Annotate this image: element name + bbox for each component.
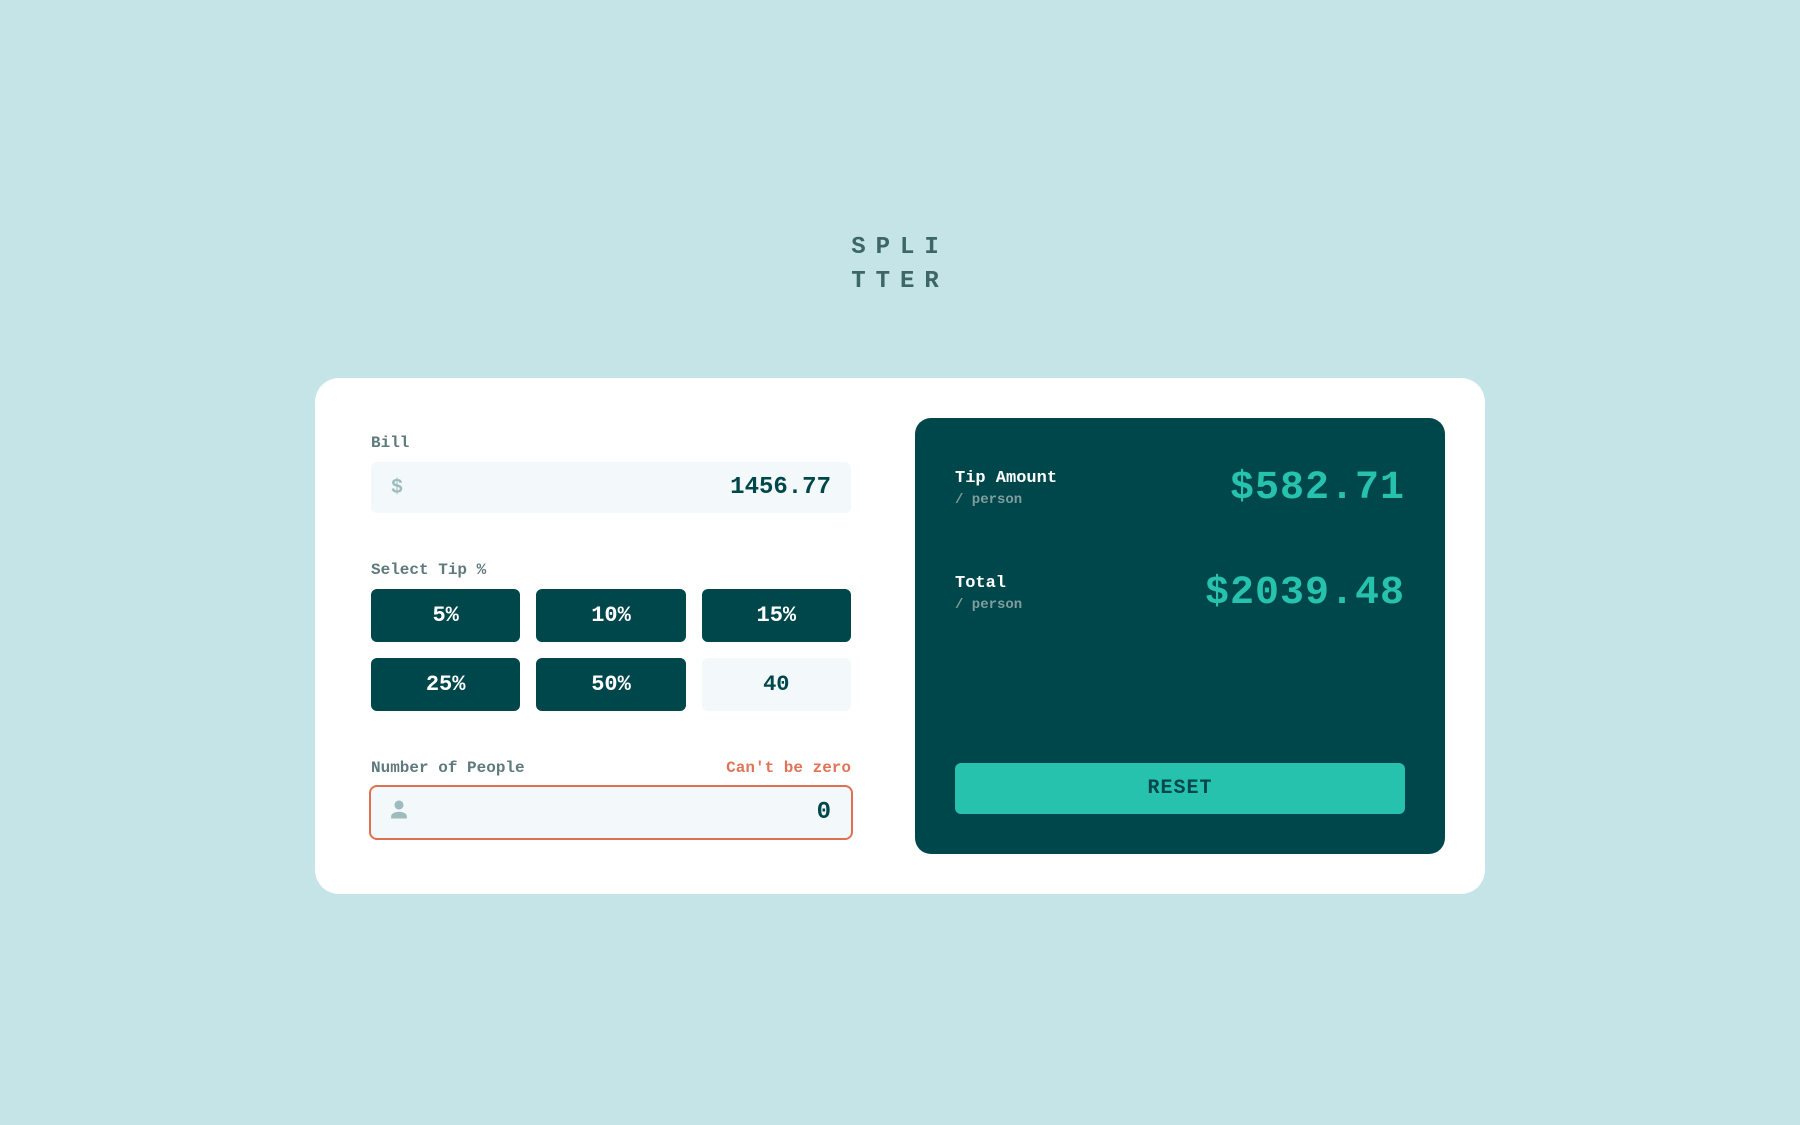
tip-label: Select Tip % xyxy=(371,561,851,579)
total-label: Total xyxy=(955,574,1022,593)
tip-button-5[interactable]: 5% xyxy=(371,589,520,642)
people-input-wrapper xyxy=(371,787,851,838)
bill-label: Bill xyxy=(371,434,851,452)
bill-input-wrapper: $ xyxy=(371,462,851,513)
tip-button-25[interactable]: 25% xyxy=(371,658,520,711)
reset-button[interactable]: RESET xyxy=(955,763,1405,814)
total-sublabel: / person xyxy=(955,597,1022,613)
bill-input[interactable] xyxy=(371,462,851,513)
person-icon xyxy=(391,800,407,825)
dollar-icon: $ xyxy=(391,476,403,499)
people-error: Can't be zero xyxy=(726,759,851,777)
tip-amount-row: Tip Amount / person $582.71 xyxy=(955,466,1405,511)
results-panel: Tip Amount / person $582.71 Total / pers… xyxy=(915,418,1445,854)
total-value: $2039.48 xyxy=(1205,571,1405,616)
total-row: Total / person $2039.48 xyxy=(955,571,1405,616)
tip-button-10[interactable]: 10% xyxy=(536,589,685,642)
app-logo: SPLI TTER xyxy=(851,231,949,298)
total-labels: Total / person xyxy=(955,574,1022,613)
tip-amount-labels: Tip Amount / person xyxy=(955,469,1057,508)
tip-amount-value: $582.71 xyxy=(1230,466,1405,511)
tip-button-15[interactable]: 15% xyxy=(702,589,851,642)
tip-section: Select Tip % 5% 10% 15% 25% 50% xyxy=(371,561,851,711)
custom-tip-input[interactable] xyxy=(702,658,851,711)
people-label: Number of People xyxy=(371,759,525,777)
tip-button-50[interactable]: 50% xyxy=(536,658,685,711)
people-input[interactable] xyxy=(371,787,851,838)
tip-grid: 5% 10% 15% 25% 50% xyxy=(371,589,851,711)
tip-amount-label: Tip Amount xyxy=(955,469,1057,488)
people-label-row: Number of People Can't be zero xyxy=(371,759,851,777)
tip-amount-sublabel: / person xyxy=(955,492,1057,508)
input-panel: Bill $ Select Tip % 5% 10% 15% 25% 50% N… xyxy=(355,418,867,854)
calculator-card: Bill $ Select Tip % 5% 10% 15% 25% 50% N… xyxy=(315,378,1485,894)
